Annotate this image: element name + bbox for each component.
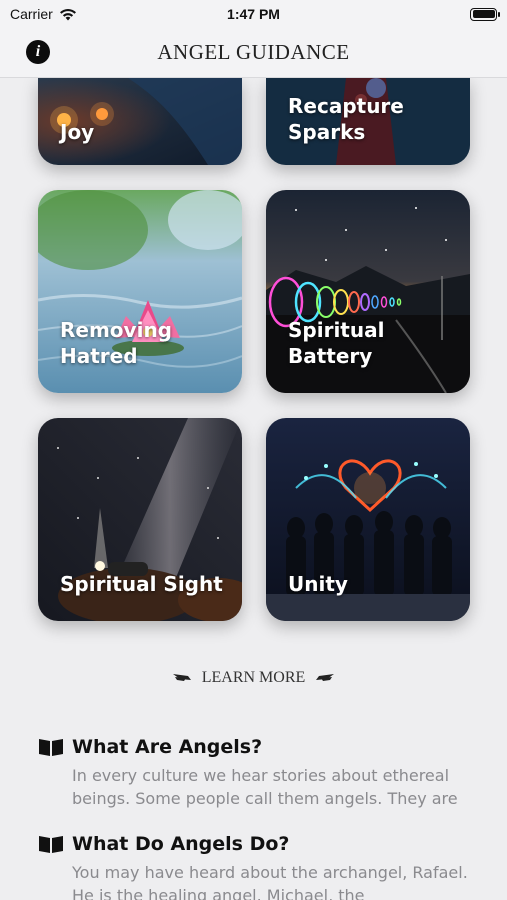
book-icon [39,739,63,756]
info-icon[interactable]: i [26,40,50,64]
tile-joy[interactable]: Joy [38,78,242,165]
faq-item-what-do-angels-do[interactable]: What Do Angels Do? You may have heard ab… [38,833,478,900]
learn-more-button[interactable]: LEARN MORE [0,666,507,690]
status-left: Carrier [10,6,77,22]
nav-bar: i ANGEL GUIDANCE [0,28,507,78]
faq-body: You may have heard about the archangel, … [72,863,468,900]
tile-removing-hatred[interactable]: Removing Hatred [38,190,242,393]
book-icon [39,836,63,853]
tile-recapture-sparks[interactable]: Recapture Sparks [266,78,470,165]
tile-label: Unity [288,572,348,596]
wing-left-icon [172,674,191,681]
learn-more-label: LEARN MORE [201,669,306,686]
wifi-icon [59,8,76,20]
faq-item-what-are-angels[interactable]: What Are Angels? In every culture we hea… [38,736,478,810]
tile-label: Spiritual Battery [288,318,385,368]
tile-unity[interactable]: Unity [266,418,470,621]
tile-label: Joy [60,120,95,144]
tile-spiritual-sight[interactable]: Spiritual Sight [38,418,242,621]
faq-title: What Do Angels Do? [72,833,290,855]
battery-icon [470,7,500,21]
tile-label: Removing Hatred [60,318,172,368]
page-title: ANGEL GUIDANCE [157,40,350,64]
carrier-label: Carrier [10,6,53,22]
wing-right-icon [316,674,335,681]
faq-body: In every culture we hear stories about e… [72,766,458,808]
status-bar: Carrier 1:47 PM [0,0,507,28]
tile-label: Spiritual Sight [60,572,223,596]
faq-title: What Are Angels? [72,736,263,758]
tile-label: Recapture Sparks [288,94,404,144]
tile-spiritual-battery[interactable]: Spiritual Battery [266,190,470,393]
